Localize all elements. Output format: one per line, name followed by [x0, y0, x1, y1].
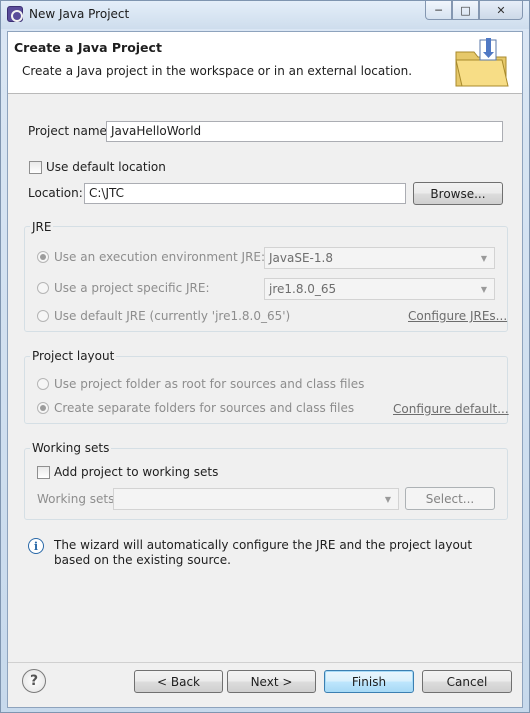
- project-name-input[interactable]: JavaHelloWorld: [106, 121, 503, 142]
- minimize-icon: ─: [435, 3, 442, 17]
- configure-jres-link[interactable]: Configure JREs...: [408, 309, 507, 323]
- info-icon: i: [28, 538, 44, 554]
- minimize-button[interactable]: ─: [425, 1, 452, 20]
- dialog-content: Create a Java Project Create a Java proj…: [7, 31, 523, 708]
- back-button[interactable]: < Back: [134, 670, 223, 693]
- working-sets-label: Working sets:: [37, 492, 119, 506]
- use-default-location-checkbox[interactable]: [29, 161, 42, 174]
- next-button[interactable]: Next >: [227, 670, 316, 693]
- chevron-down-icon: ▼: [480, 253, 488, 263]
- layout-separate-radio[interactable]: [37, 402, 49, 414]
- jre-env-label: Use an execution environment JRE:: [54, 250, 266, 264]
- page-title: Create a Java Project: [14, 40, 162, 55]
- maximize-icon: □: [460, 3, 471, 17]
- jre-group-label: JRE: [30, 220, 54, 234]
- location-input[interactable]: C:\JTC: [84, 183, 406, 204]
- footer-separator: [8, 662, 522, 663]
- add-to-working-sets-label: Add project to working sets: [54, 465, 219, 479]
- dialog-window: New Java Project ─ □ ✕ Create a Java Pro…: [0, 0, 530, 713]
- eclipse-icon: [7, 6, 23, 22]
- add-to-working-sets-checkbox[interactable]: [37, 466, 50, 479]
- select-working-sets-button[interactable]: Select...: [405, 487, 495, 510]
- browse-button[interactable]: Browse...: [413, 182, 503, 205]
- wizard-header: Create a Java Project Create a Java proj…: [8, 32, 522, 94]
- jre-default-label: Use default JRE (currently 'jre1.8.0_65'…: [54, 309, 291, 323]
- chevron-down-icon: ▼: [480, 284, 488, 294]
- project-name-label: Project name:: [28, 124, 111, 138]
- jre-specific-select[interactable]: jre1.8.0_65 ▼: [264, 278, 495, 300]
- configure-default-link[interactable]: Configure default...: [393, 402, 509, 416]
- jre-default-radio[interactable]: [37, 310, 49, 322]
- window-controls: ─ □ ✕: [425, 1, 523, 20]
- project-layout-group-label: Project layout: [30, 349, 117, 363]
- jre-specific-radio[interactable]: [37, 282, 49, 294]
- window-title: New Java Project: [29, 7, 130, 21]
- jre-env-select[interactable]: JavaSE-1.8 ▼: [264, 247, 495, 269]
- working-sets-group-label: Working sets: [30, 441, 112, 455]
- close-button[interactable]: ✕: [479, 1, 523, 20]
- layout-separate-label: Create separate folders for sources and …: [54, 401, 355, 415]
- use-default-location-label: Use default location: [46, 160, 166, 174]
- maximize-button[interactable]: □: [452, 1, 479, 20]
- close-icon: ✕: [496, 3, 506, 17]
- title-bar[interactable]: New Java Project ─ □ ✕: [1, 1, 529, 29]
- jre-env-value: JavaSE-1.8: [269, 251, 333, 265]
- jre-env-radio[interactable]: [37, 251, 49, 263]
- location-label: Location:: [28, 186, 83, 200]
- page-description: Create a Java project in the workspace o…: [22, 64, 413, 78]
- info-message: The wizard will automatically configure …: [54, 538, 473, 567]
- chevron-down-icon: ▼: [384, 494, 392, 504]
- layout-root-label: Use project folder as root for sources a…: [54, 377, 365, 391]
- cancel-button[interactable]: Cancel: [422, 670, 512, 693]
- jre-specific-value: jre1.8.0_65: [269, 282, 337, 296]
- working-sets-select[interactable]: ▼: [113, 488, 399, 510]
- layout-root-radio[interactable]: [37, 378, 49, 390]
- finish-button[interactable]: Finish: [324, 670, 414, 693]
- help-icon[interactable]: ?: [22, 669, 46, 693]
- jre-specific-label: Use a project specific JRE:: [54, 281, 210, 295]
- java-project-folder-icon: [455, 38, 509, 87]
